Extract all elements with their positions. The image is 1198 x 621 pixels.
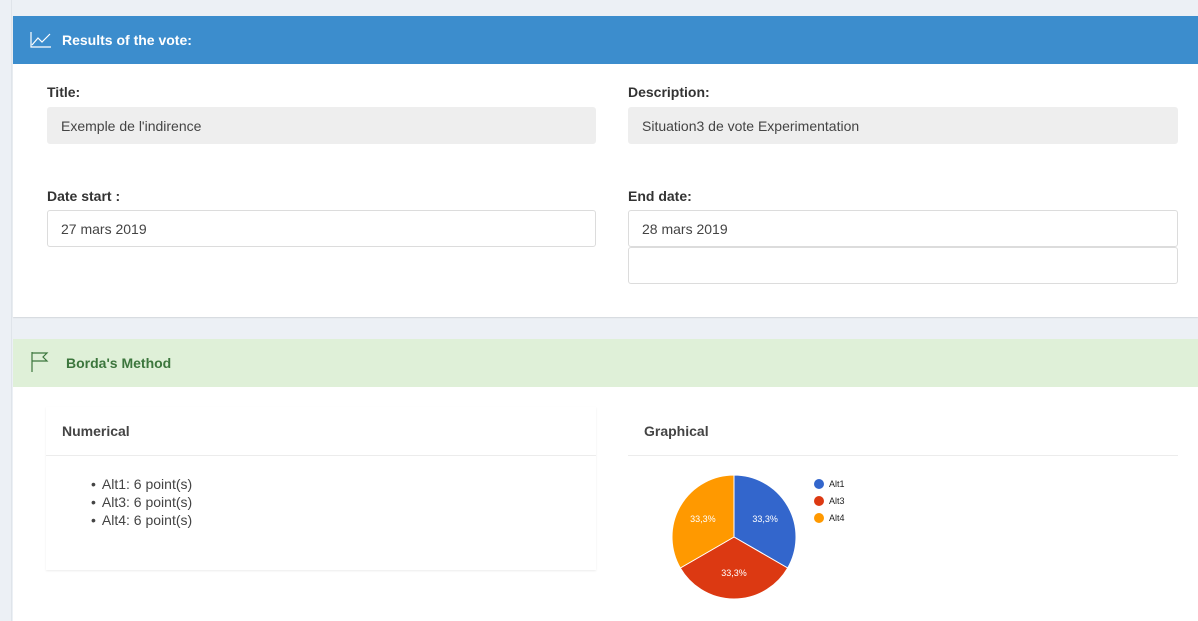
- title-label: Title:: [47, 84, 81, 100]
- top-spacer: [12, 0, 1198, 16]
- results-list: Alt1: 6 point(s) Alt3: 6 point(s) Alt4: …: [46, 456, 596, 529]
- pie-slice-label: 33,3%: [752, 514, 778, 524]
- title-field: Exemple de l'indirence: [47, 107, 596, 144]
- legend-item-alt4: Alt4: [814, 513, 845, 523]
- borda-panel: Borda's Method Numerical Alt1: 6 point(s…: [13, 339, 1198, 621]
- flag-icon: [30, 351, 50, 376]
- list-item: Alt4: 6 point(s): [91, 511, 596, 529]
- borda-title: Borda's Method: [66, 355, 172, 371]
- legend-label: Alt1: [829, 479, 845, 489]
- pie-slice-label: 33,3%: [690, 514, 716, 524]
- borda-header: Borda's Method: [13, 339, 1198, 387]
- results-panel: Results of the vote: Title: Exemple de l…: [13, 16, 1198, 317]
- legend-swatch: [814, 479, 824, 489]
- line-chart-icon: [30, 30, 52, 51]
- end-date-field[interactable]: 28 mars 2019: [628, 210, 1178, 247]
- graphical-card: Graphical 33,3% 33,3% 33,3% Alt1 Alt3 Alt4: [628, 407, 1178, 621]
- numerical-card: Numerical Alt1: 6 point(s) Alt3: 6 point…: [46, 407, 596, 570]
- list-item: Alt1: 6 point(s): [91, 475, 596, 493]
- graphical-title: Graphical: [628, 407, 1178, 456]
- end-date-label: End date:: [628, 188, 692, 204]
- legend-swatch: [814, 513, 824, 523]
- description-label: Description:: [628, 84, 710, 100]
- legend-swatch: [814, 496, 824, 506]
- description-field: Situation3 de vote Experimentation: [628, 107, 1178, 144]
- numerical-title: Numerical: [46, 407, 596, 456]
- pie-slice-label: 33,3%: [721, 568, 747, 578]
- end-date-extra-field[interactable]: [628, 247, 1178, 284]
- list-item: Alt3: 6 point(s): [91, 493, 596, 511]
- legend-label: Alt3: [829, 496, 845, 506]
- results-title: Results of the vote:: [62, 32, 192, 48]
- pie-chart: 33,3% 33,3% 33,3%: [671, 474, 797, 600]
- date-start-field[interactable]: 27 mars 2019: [47, 210, 596, 247]
- legend-label: Alt4: [829, 513, 845, 523]
- date-start-label: Date start :: [47, 188, 121, 204]
- legend-item-alt1: Alt1: [814, 479, 845, 489]
- legend-item-alt3: Alt3: [814, 496, 845, 506]
- results-header: Results of the vote:: [13, 16, 1198, 64]
- left-edge: [0, 0, 12, 621]
